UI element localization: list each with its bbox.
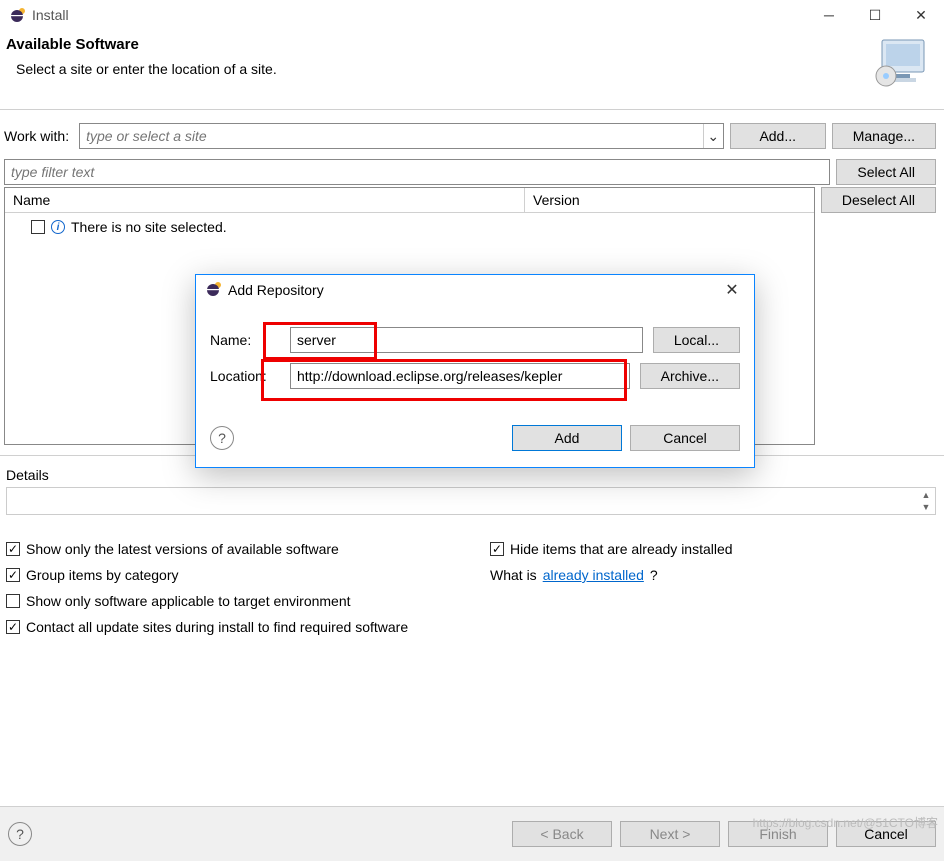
column-version[interactable]: Version [525, 188, 814, 212]
minimize-button[interactable]: ─ [806, 0, 852, 30]
archive-button[interactable]: Archive... [640, 363, 740, 389]
dialog-help-icon[interactable]: ? [210, 426, 234, 450]
column-name[interactable]: Name [5, 188, 525, 212]
info-icon: i [51, 220, 65, 234]
name-label: Name: [210, 332, 280, 348]
add-repository-dialog: Add Repository ✕ Name: Local... Location… [195, 274, 755, 468]
dialog-titlebar[interactable]: Add Repository ✕ [196, 275, 754, 305]
cancel-button[interactable]: Cancel [836, 821, 936, 847]
table-header: Name Version [5, 188, 814, 213]
install-banner-icon [874, 36, 932, 91]
details-label: Details [6, 467, 936, 483]
window-titlebar: Install ─ ☐ ✕ [0, 0, 944, 30]
label-latest: Show only the latest versions of availab… [26, 541, 339, 557]
table-row: i There is no site selected. [13, 219, 806, 235]
dialog-add-button[interactable]: Add [512, 425, 622, 451]
checkbox-hide-installed[interactable] [490, 542, 504, 556]
work-with-combo[interactable]: ⌄ [79, 123, 724, 149]
options-grid: Show only the latest versions of availab… [0, 515, 944, 643]
work-with-row: Work with: ⌄ Add... Manage... [0, 111, 944, 159]
label-applicable: Show only software applicable to target … [26, 593, 351, 609]
checkbox-applicable[interactable] [6, 594, 20, 608]
dialog-title: Add Repository [228, 282, 716, 298]
filter-input[interactable] [4, 159, 830, 185]
row-checkbox[interactable] [31, 220, 45, 234]
close-button[interactable]: ✕ [898, 0, 944, 30]
details-text[interactable]: ▲▼ [6, 487, 936, 515]
dialog-close-button[interactable]: ✕ [716, 280, 748, 300]
empty-message: There is no site selected. [71, 219, 227, 235]
location-input[interactable] [290, 363, 630, 389]
what-is-installed: What is already installed ? [490, 567, 934, 583]
work-with-label: Work with: [4, 128, 69, 144]
name-input[interactable] [290, 327, 643, 353]
page-title: Available Software [6, 36, 277, 53]
add-site-button[interactable]: Add... [730, 123, 826, 149]
finish-button[interactable]: Finish [728, 821, 828, 847]
back-button[interactable]: < Back [512, 821, 612, 847]
wizard-header: Available Software Select a site or ente… [0, 30, 944, 109]
help-icon[interactable]: ? [8, 822, 32, 846]
checkbox-contact[interactable] [6, 620, 20, 634]
label-hide-installed: Hide items that are already installed [510, 541, 733, 557]
eclipse-icon [10, 7, 26, 23]
local-button[interactable]: Local... [653, 327, 740, 353]
chevron-down-icon[interactable]: ⌄ [703, 124, 723, 148]
manage-sites-button[interactable]: Manage... [832, 123, 936, 149]
next-button[interactable]: Next > [620, 821, 720, 847]
location-label: Location: [210, 368, 280, 384]
label-contact: Contact all update sites during install … [26, 619, 408, 635]
eclipse-icon [206, 281, 222, 300]
label-group-category: Group items by category [26, 567, 179, 583]
dialog-cancel-button[interactable]: Cancel [630, 425, 740, 451]
page-subtitle: Select a site or enter the location of a… [16, 61, 277, 77]
checkbox-group-category[interactable] [6, 568, 20, 582]
maximize-button[interactable]: ☐ [852, 0, 898, 30]
checkbox-latest[interactable] [6, 542, 20, 556]
window-title: Install [32, 7, 806, 23]
deselect-all-button[interactable]: Deselect All [821, 187, 936, 213]
select-all-button[interactable]: Select All [836, 159, 936, 185]
work-with-input[interactable] [80, 124, 703, 148]
details-stepper[interactable]: ▲▼ [918, 489, 934, 513]
already-installed-link[interactable]: already installed [543, 567, 644, 583]
wizard-button-bar: ? < Back Next > Finish Cancel [0, 806, 944, 861]
